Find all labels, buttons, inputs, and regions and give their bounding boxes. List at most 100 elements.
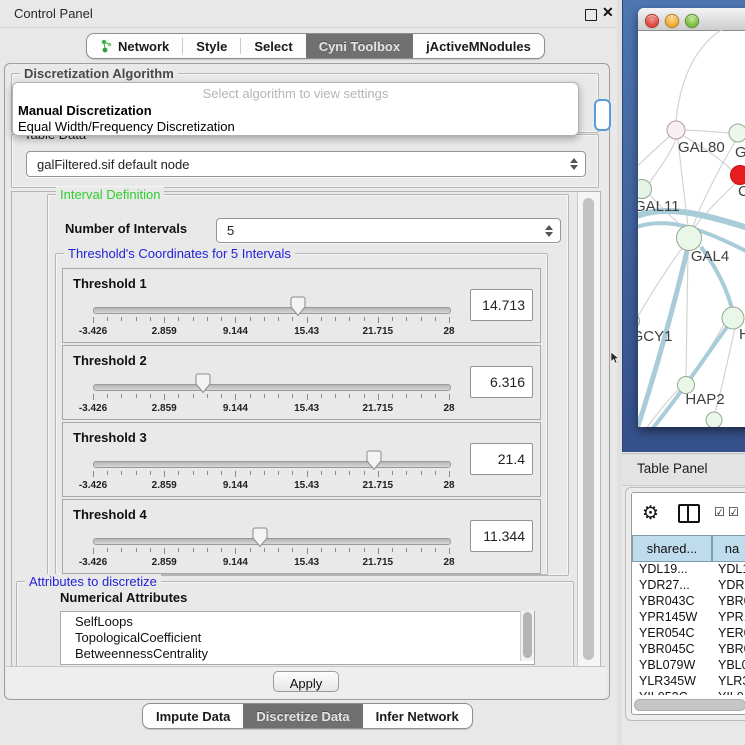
- tick-mark: [193, 471, 194, 475]
- tab-discretize-data[interactable]: Discretize Data: [243, 704, 362, 728]
- network-node-gal80[interactable]: [667, 121, 685, 139]
- table-row[interactable]: YDL19...YDL1: [632, 562, 745, 578]
- algorithm-option-manual[interactable]: Manual Discretization: [18, 103, 152, 118]
- slider-thumb[interactable]: [195, 373, 211, 394]
- tick-label: 15.43: [294, 403, 319, 414]
- table-row[interactable]: YER054CYER0: [632, 626, 745, 642]
- minimize-traffic-light-icon[interactable]: [665, 14, 679, 28]
- threshold-value-field[interactable]: 11.344: [470, 520, 533, 552]
- close-icon[interactable]: ✕: [602, 4, 614, 21]
- slider-track[interactable]: [93, 461, 451, 468]
- close-traffic-light-icon[interactable]: [645, 14, 659, 28]
- combobox-stepper-icon[interactable]: [570, 158, 578, 170]
- table-row[interactable]: YBR043CYBR0: [632, 594, 745, 610]
- tab-infer-network[interactable]: Infer Network: [363, 704, 472, 728]
- tick-mark: [435, 317, 436, 321]
- tick-mark: [93, 394, 94, 400]
- tick-mark: [321, 317, 322, 321]
- settings-vertical-scrollbar[interactable]: [577, 192, 600, 670]
- tick-mark: [435, 394, 436, 398]
- slider-track[interactable]: [93, 307, 451, 314]
- mouse-cursor: [611, 352, 620, 364]
- threshold-label: Threshold 3: [73, 430, 147, 445]
- threshold-value-field[interactable]: 14.713: [470, 289, 533, 321]
- table-hscrollbar-thumb[interactable]: [634, 699, 745, 711]
- network-node-c[interactable]: [731, 166, 745, 185]
- tick-mark: [406, 317, 407, 321]
- table-data-selected: galFiltered.sif default node: [37, 157, 189, 172]
- tab-jactivemnodules[interactable]: jActiveMNodules: [413, 34, 544, 58]
- float-window-icon[interactable]: [585, 9, 597, 21]
- settings-scroll-area: Interval Definition Number of Intervals …: [11, 191, 601, 671]
- gear-icon[interactable]: ⚙: [642, 502, 659, 525]
- tick-mark: [292, 471, 293, 475]
- tick-mark: [421, 471, 422, 475]
- slider-thumb[interactable]: [290, 296, 306, 317]
- zoom-traffic-light-icon[interactable]: [685, 14, 699, 28]
- network-node-ga[interactable]: [729, 124, 745, 142]
- threshold-value-field[interactable]: 21.4: [470, 443, 533, 475]
- algorithm-combobox-focus-fragment[interactable]: [594, 99, 611, 131]
- table-row[interactable]: YBL079WYBL0: [632, 658, 745, 674]
- slider-thumb[interactable]: [366, 450, 382, 471]
- algorithm-option-equal-width[interactable]: Equal Width/Frequency Discretization: [18, 119, 235, 134]
- network-node-gal11[interactable]: [638, 180, 652, 199]
- network-graph: GAL80GACGAL11GAL4GCY1HHAP2: [638, 30, 745, 427]
- number-of-intervals-combobox[interactable]: 5: [216, 218, 561, 243]
- tick-mark: [278, 317, 279, 321]
- tick-mark: [406, 548, 407, 552]
- table-row[interactable]: YIL052CYIL0: [632, 690, 745, 695]
- attribute-list-item[interactable]: TopologicalCoefficient: [61, 630, 534, 646]
- tick-mark: [349, 471, 350, 475]
- attributes-scrollbar[interactable]: [520, 611, 534, 661]
- attribute-list-item[interactable]: SelfLoops: [61, 614, 534, 630]
- slider-track[interactable]: [93, 538, 451, 545]
- numerical-attributes-label: Numerical Attributes: [60, 590, 187, 605]
- column-header-name[interactable]: na: [712, 535, 745, 562]
- network-window-titlebar[interactable]: [638, 8, 745, 31]
- cell-shared-name: YDL19...: [632, 562, 711, 578]
- tick-label: 21.715: [363, 403, 394, 414]
- settings-scrollbar-thumb[interactable]: [583, 198, 594, 660]
- tab-style[interactable]: Style: [183, 34, 240, 58]
- tick-mark: [321, 471, 322, 475]
- tick-mark: [364, 394, 365, 398]
- tick-label: 15.43: [294, 326, 319, 337]
- tick-mark: [364, 317, 365, 321]
- attributes-scrollbar-thumb[interactable]: [523, 612, 532, 658]
- network-canvas[interactable]: GAL80GACGAL11GAL4GCY1HHAP2: [638, 30, 745, 427]
- threshold-value-field[interactable]: 6.316: [470, 366, 533, 398]
- cell-name: YBR0: [711, 594, 745, 610]
- table-data-combobox[interactable]: galFiltered.sif default node: [26, 151, 586, 177]
- tab-cyni-toolbox[interactable]: Cyni Toolbox: [306, 34, 413, 58]
- tab-select[interactable]: Select: [241, 34, 305, 58]
- slider-track[interactable]: [93, 384, 451, 391]
- split-columns-icon[interactable]: [678, 504, 700, 523]
- network-node[interactable]: [706, 412, 722, 427]
- network-node-gal4[interactable]: [677, 226, 702, 251]
- table-row[interactable]: YDR27...YDR2: [632, 578, 745, 594]
- select-all-checkbox-icon[interactable]: ☑: [714, 505, 725, 519]
- table-panel-title: Table Panel: [637, 461, 708, 476]
- tick-label: 21.715: [363, 557, 394, 568]
- select-none-checkbox-icon[interactable]: ☑: [728, 505, 739, 519]
- tick-mark: [278, 548, 279, 552]
- column-header-shared-name[interactable]: shared...: [632, 535, 712, 562]
- attribute-list-item[interactable]: BetweennessCentrality: [61, 646, 534, 662]
- tab-impute-data[interactable]: Impute Data: [143, 704, 243, 728]
- tick-mark: [449, 394, 450, 400]
- tick-mark: [278, 394, 279, 398]
- table-row[interactable]: YLR345WYLR3: [632, 674, 745, 690]
- table-horizontal-scrollbar[interactable]: [632, 698, 745, 711]
- table-header-row: shared... na: [632, 535, 745, 562]
- apply-button[interactable]: Apply: [273, 671, 339, 692]
- tick-mark: [392, 317, 393, 321]
- slider-thumb[interactable]: [252, 527, 268, 548]
- numerical-attributes-list[interactable]: SelfLoopsTopologicalCoefficientBetweenne…: [60, 611, 535, 665]
- tick-mark: [307, 394, 308, 400]
- tab-network[interactable]: Network: [87, 34, 182, 58]
- table-row[interactable]: YBR045CYBR0: [632, 642, 745, 658]
- intervals-stepper-icon[interactable]: [545, 225, 553, 237]
- table-row[interactable]: YPR145WYPR1: [632, 610, 745, 626]
- cell-name: YBR0: [711, 642, 745, 658]
